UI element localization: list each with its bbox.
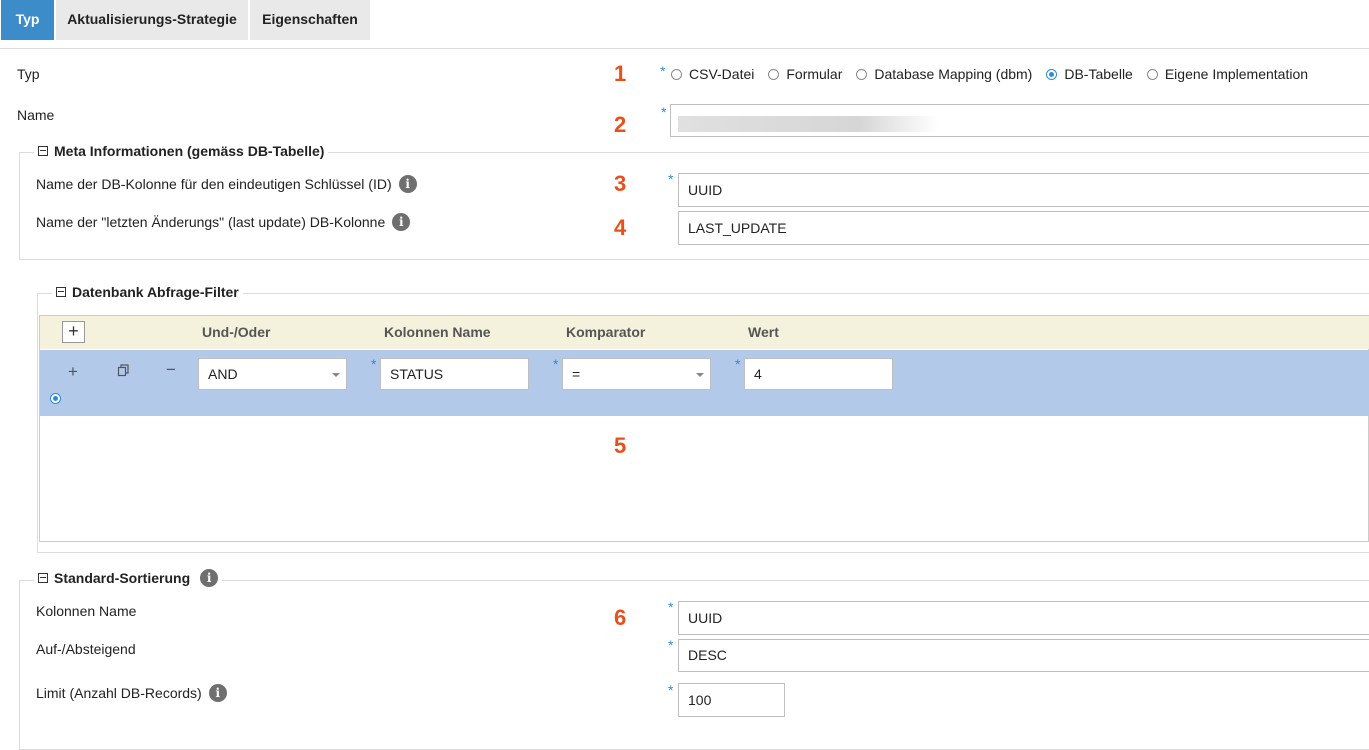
info-icon[interactable]: i bbox=[392, 213, 411, 231]
info-icon[interactable]: i bbox=[208, 684, 227, 702]
marker-2: 2 bbox=[614, 112, 627, 137]
comparator-select[interactable]: = bbox=[562, 358, 711, 390]
marker-4: 4 bbox=[614, 215, 627, 240]
and-or-select[interactable]: AND bbox=[198, 358, 347, 390]
meta-legend-title: Meta Informationen (gemäss DB-Tabelle) bbox=[54, 143, 325, 159]
info-icon[interactable]: i bbox=[200, 569, 219, 587]
radio-csv[interactable]: CSV-Datei bbox=[671, 66, 754, 82]
tab-eigenschaften[interactable]: Eigenschaften bbox=[250, 0, 370, 40]
radio-formular-label: Formular bbox=[786, 66, 843, 82]
sort-column-input[interactable]: UUID bbox=[678, 601, 1369, 635]
chevron-down-icon bbox=[332, 373, 340, 377]
value-input[interactable]: 4 bbox=[744, 358, 893, 390]
filter-legend-title: Datenbank Abfrage-Filter bbox=[72, 284, 239, 300]
radio-dbm-label: Database Mapping (dbm) bbox=[874, 66, 1033, 82]
required-mark: * bbox=[668, 599, 674, 615]
radio-csv-icon[interactable] bbox=[671, 68, 682, 80]
sort-order-input[interactable]: DESC bbox=[678, 639, 1369, 672]
header-und-oder: Und-/Oder bbox=[202, 324, 271, 340]
required-mark: * bbox=[668, 682, 674, 698]
tab-aktualisierungs-strategie[interactable]: Aktualisierungs-Strategie bbox=[56, 0, 248, 40]
radio-db-tabelle-label: DB-Tabelle bbox=[1064, 66, 1133, 82]
marker-3: 3 bbox=[614, 171, 627, 196]
marker-6: 6 bbox=[614, 605, 627, 630]
minus-icon[interactable]: − bbox=[166, 360, 176, 380]
marker-1: 1 bbox=[614, 61, 627, 86]
sort-column-label: Kolonnen Name bbox=[36, 603, 137, 619]
collapse-icon[interactable] bbox=[38, 573, 48, 583]
update-column-input[interactable]: LAST_UPDATE bbox=[678, 211, 1369, 245]
and-or-value: AND bbox=[208, 366, 238, 382]
limit-label: Limit (Anzahl DB-Records) bbox=[36, 685, 202, 701]
required-mark: * bbox=[668, 171, 674, 187]
sort-legend-title: Standard-Sortierung bbox=[54, 570, 191, 586]
radio-csv-label: CSV-Datei bbox=[689, 66, 755, 82]
tab-divider bbox=[0, 48, 1369, 49]
filter-legend[interactable]: Datenbank Abfrage-Filter bbox=[52, 284, 243, 300]
radio-eigene-icon[interactable] bbox=[1146, 68, 1158, 80]
radio-formular-icon[interactable] bbox=[768, 68, 780, 80]
chevron-down-icon bbox=[696, 373, 704, 377]
name-input[interactable] bbox=[670, 104, 1369, 137]
add-filter-button[interactable]: + bbox=[62, 321, 85, 343]
collapse-icon[interactable] bbox=[38, 146, 48, 156]
required-mark: * bbox=[371, 356, 377, 372]
id-column-label-row: Name der DB-Kolonne für den eindeutigen … bbox=[36, 175, 417, 193]
plus-icon[interactable]: + bbox=[68, 362, 78, 382]
radio-db-tabelle-icon[interactable] bbox=[1046, 68, 1058, 80]
id-column-input[interactable]: UUID bbox=[678, 173, 1369, 207]
sort-order-label: Auf-/Absteigend bbox=[36, 641, 136, 657]
meta-legend[interactable]: Meta Informationen (gemäss DB-Tabelle) bbox=[34, 143, 329, 159]
tab-typ[interactable]: Typ bbox=[1, 0, 54, 40]
typ-label: Typ bbox=[17, 66, 40, 82]
marker-5: 5 bbox=[614, 433, 627, 458]
header-komparator: Komparator bbox=[566, 324, 646, 340]
name-label: Name bbox=[17, 107, 55, 123]
filter-header: Und-/Oder Kolonnen Name Komparator Wert bbox=[40, 316, 1369, 349]
collapse-icon[interactable] bbox=[56, 287, 66, 297]
header-kolonnen-name: Kolonnen Name bbox=[384, 324, 491, 340]
radio-eigene[interactable]: Eigene Implementation bbox=[1146, 66, 1309, 82]
radio-dbm[interactable]: Database Mapping (dbm) bbox=[856, 66, 1032, 82]
comparator-value: = bbox=[572, 366, 581, 382]
radio-formular[interactable]: Formular bbox=[768, 66, 842, 82]
required-mark: * bbox=[668, 637, 674, 653]
radio-selected-icon[interactable] bbox=[50, 392, 61, 404]
id-column-label: Name der DB-Kolonne für den eindeutigen … bbox=[36, 176, 392, 192]
required-mark: * bbox=[553, 356, 559, 372]
required-mark: * bbox=[661, 104, 667, 120]
blurred-value bbox=[678, 116, 938, 132]
column-name-input[interactable]: STATUS bbox=[380, 358, 529, 390]
limit-input[interactable]: 100 bbox=[678, 683, 785, 717]
typ-radio-group: CSV-Datei Formular Database Mapping (dbm… bbox=[671, 66, 1322, 82]
radio-db-tabelle[interactable]: DB-Tabelle bbox=[1046, 66, 1133, 82]
radio-dbm-icon[interactable] bbox=[856, 68, 868, 80]
required-mark: * bbox=[660, 63, 666, 79]
info-icon[interactable]: i bbox=[398, 175, 417, 193]
required-mark: * bbox=[735, 356, 741, 372]
update-column-label-row: Name der "letzten Änderungs" (last updat… bbox=[36, 213, 411, 231]
header-wert: Wert bbox=[748, 324, 779, 340]
copy-icon[interactable] bbox=[117, 364, 130, 382]
radio-eigene-label: Eigene Implementation bbox=[1164, 66, 1309, 82]
sort-legend[interactable]: Standard-Sortierung i bbox=[34, 569, 223, 587]
row-select-radio[interactable] bbox=[50, 389, 61, 405]
limit-label-row: Limit (Anzahl DB-Records) i bbox=[36, 684, 227, 702]
update-column-label: Name der "letzten Änderungs" (last updat… bbox=[36, 214, 386, 230]
